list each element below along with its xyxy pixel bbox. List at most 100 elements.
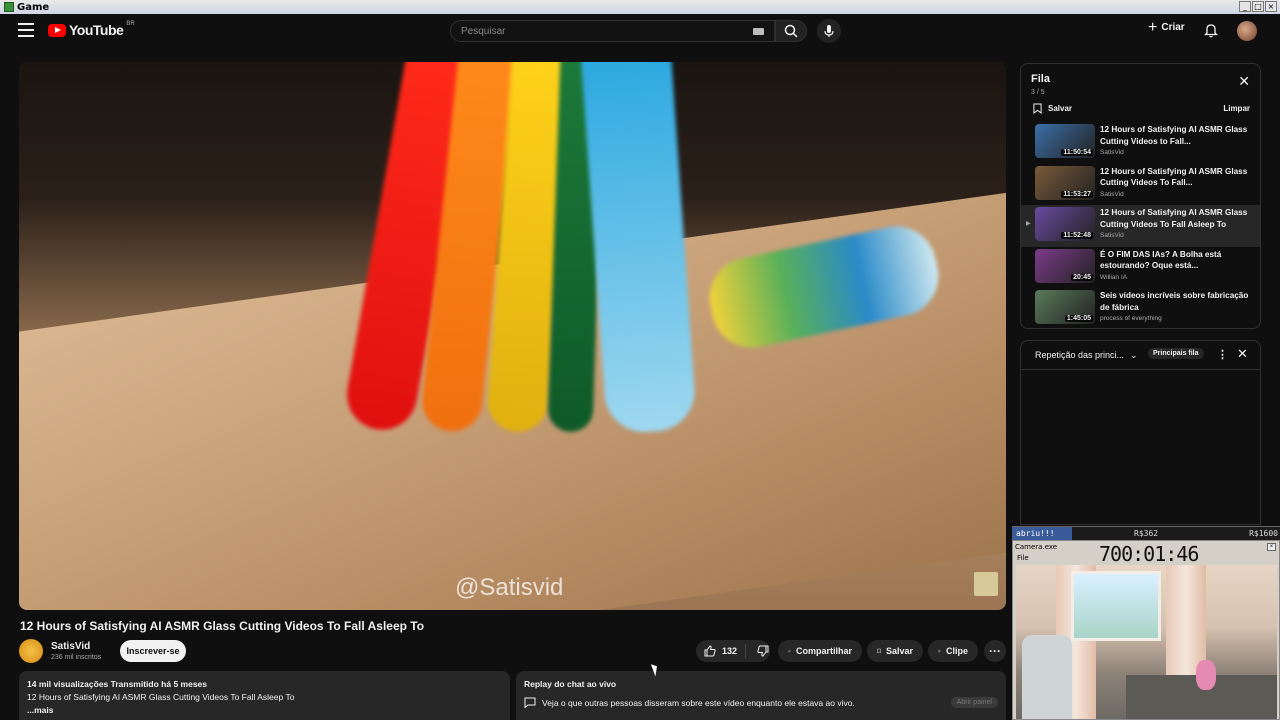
channel-name[interactable]: SatisVid xyxy=(51,641,90,652)
youtube-logo[interactable]: YouTube BR xyxy=(48,21,135,38)
webcam-feed xyxy=(1016,565,1277,719)
voice-search-button[interactable] xyxy=(817,19,841,43)
queue-duration: 11:50:54 xyxy=(1061,149,1093,156)
description-more[interactable]: ...mais xyxy=(27,705,502,715)
camera-close-button[interactable]: × xyxy=(1267,543,1276,551)
like-button[interactable]: 132 xyxy=(696,644,746,658)
stream-timer: 700:01:46 xyxy=(1099,542,1199,566)
chapters-dropdown[interactable]: Repetição das princi... ⌄ xyxy=(1035,350,1138,361)
like-dislike-pill: 132 xyxy=(696,640,770,662)
queue-save-button[interactable]: Salvar xyxy=(1033,103,1072,114)
queue-item-title: 12 Hours of Satisfying AI ASMR Glass Cut… xyxy=(1100,166,1248,188)
webcam-window xyxy=(1071,571,1161,641)
logo-text: YouTube xyxy=(69,22,124,38)
keyboard-icon[interactable] xyxy=(753,28,764,35)
queue-title: Fila xyxy=(1031,73,1050,85)
queue-thumbnail: 11:52:48 xyxy=(1035,207,1095,241)
chat-icon xyxy=(524,697,536,708)
dislike-button[interactable] xyxy=(751,645,769,657)
queue-duration: 11:53:27 xyxy=(1061,190,1093,198)
chapters-header: Repetição das princi... ⌄ Principais fil… xyxy=(1020,340,1261,370)
user-avatar[interactable] xyxy=(1237,21,1257,41)
camera-window: Camera.exe File 700:01:46 × xyxy=(1012,540,1280,720)
subscribe-button[interactable]: Inscrever-se xyxy=(120,640,186,662)
webcam-chair xyxy=(1022,635,1072,719)
description-box[interactable]: 14 mil visualizações Transmitido há 5 me… xyxy=(19,671,510,720)
youtube-play-icon xyxy=(48,23,66,37)
search-button[interactable] xyxy=(775,20,807,42)
queue-thumbnail: 11:50:54 xyxy=(1035,124,1095,158)
queue-item-title: 12 Hours of Satisfying AI ASMR Glass Cut… xyxy=(1100,125,1248,146)
queue-thumbnail: 11:53:27 xyxy=(1035,165,1095,200)
queue-item-title: É O FIM DAS IAs? A Bolha está estourando… xyxy=(1100,249,1222,271)
stream-goal-current: R$362 xyxy=(1134,529,1159,538)
chevron-down-icon: ⌄ xyxy=(1130,349,1138,360)
channel-watermark-logo[interactable] xyxy=(974,572,998,596)
maximize-button[interactable]: □ xyxy=(1252,1,1264,12)
queue-item-title: Seis vídeos incríveis sobre fabricação d… xyxy=(1100,291,1249,312)
description-text: 12 Hours of Satisfying AI ASMR Glass Cut… xyxy=(27,692,295,702)
stream-goal-bar: abriu!!! R$362 R$1600 xyxy=(1012,526,1280,540)
channel-avatar[interactable] xyxy=(19,639,43,663)
queue-item[interactable]: 20:45 É O FIM DAS IAs? A Bolha está estou… xyxy=(1021,247,1260,289)
queue-item-channel: Willian IA xyxy=(1100,273,1128,281)
camera-file-menu[interactable]: File xyxy=(1017,554,1029,562)
bookmark-icon xyxy=(1033,103,1042,114)
queue-item[interactable]: 11:50:54 12 Hours of Satisfying AI ASMR G… xyxy=(1021,122,1260,164)
queue-duration: 11:52:48 xyxy=(1061,232,1093,239)
minimize-button[interactable]: _ xyxy=(1239,1,1251,12)
create-button[interactable]: + Criar xyxy=(1148,18,1185,36)
window-title: Game xyxy=(17,1,50,13)
more-horizontal-icon: ··· xyxy=(989,644,1001,658)
notifications-button[interactable] xyxy=(1203,22,1219,43)
logo-country: BR xyxy=(126,21,135,27)
chat-replay-title: Replay do chat ao vivo xyxy=(524,679,617,689)
queue-item-channel: SatisVid xyxy=(1100,149,1124,156)
search-input[interactable] xyxy=(461,25,741,37)
scissors-icon xyxy=(938,649,941,653)
bell-icon xyxy=(1203,24,1219,38)
queue-count: 3 / 5 xyxy=(1031,89,1045,96)
save-label: Salvar xyxy=(885,646,913,656)
close-icon[interactable]: ✕ xyxy=(1238,74,1250,88)
share-icon xyxy=(788,649,791,653)
close-window-button[interactable]: × xyxy=(1265,1,1277,12)
hamburger-menu-icon[interactable] xyxy=(18,23,34,37)
chapters-label: Repetição das princi... xyxy=(1035,350,1125,360)
tag-label: Principais fila xyxy=(1153,350,1199,357)
stream-goal-target: R$1600 xyxy=(1249,529,1278,538)
queue-item[interactable]: 1:45:05 Seis vídeos incríveis sobre fabri… xyxy=(1021,288,1260,328)
kebab-menu-icon[interactable]: ⋮ xyxy=(1217,348,1228,361)
queue-info: 12 Hours of Satisfying AI ASMR Glass Cut… xyxy=(1100,207,1250,239)
share-label: Compartilhar xyxy=(795,646,852,656)
bookmark-icon xyxy=(877,648,881,654)
queue-item[interactable]: 11:53:27 12 Hours of Satisfying AI ASMR G… xyxy=(1021,164,1260,206)
now-playing-icon: ▶ xyxy=(1026,221,1031,227)
clip-button[interactable]: Clipe xyxy=(928,640,978,662)
thumbs-down-icon xyxy=(757,645,769,657)
queue-info: 12 Hours of Satisfying AI ASMR Glass Cut… xyxy=(1100,166,1250,198)
plus-icon: + xyxy=(1148,18,1158,36)
app-icon xyxy=(4,2,14,12)
video-player[interactable]: @Satisvid xyxy=(19,62,1006,610)
save-button[interactable]: Salvar xyxy=(867,640,923,662)
microphone-icon xyxy=(824,25,834,37)
queue-list: 11:50:54 12 Hours of Satisfying AI ASMR G… xyxy=(1021,122,1260,328)
open-panel-button[interactable]: Abrir painel xyxy=(950,697,998,708)
close-chapters-icon[interactable]: ✕ xyxy=(1237,346,1248,362)
subscriber-count: 236 mil inscritos xyxy=(51,654,102,661)
queue-item-title: 12 Hours of Satisfying AI ASMR Glass Cut… xyxy=(1100,208,1248,229)
stream-goal-label: abriu!!! xyxy=(1012,527,1072,540)
queue-clear-button[interactable]: Limpar xyxy=(1223,104,1250,113)
more-actions-button[interactable]: ··· xyxy=(984,640,1006,662)
clip-label: Clipe xyxy=(945,646,968,656)
topbar: YouTube BR + Criar xyxy=(0,14,1280,48)
window-controls: _ □ × xyxy=(1239,1,1277,12)
queue-thumbnail: 1:45:05 xyxy=(1035,290,1095,324)
video-title: 12 Hours of Satisfying AI ASMR Glass Cut… xyxy=(20,619,425,633)
window-titlebar: Game _ □ × xyxy=(0,0,1280,14)
share-button[interactable]: Compartilhar xyxy=(778,640,862,662)
chapters-tag[interactable]: Principais fila xyxy=(1148,348,1204,359)
like-count: 132 xyxy=(722,646,738,656)
queue-item[interactable]: ▶ 11:52:48 12 Hours of Satisfying AI ASMR … xyxy=(1021,205,1260,247)
